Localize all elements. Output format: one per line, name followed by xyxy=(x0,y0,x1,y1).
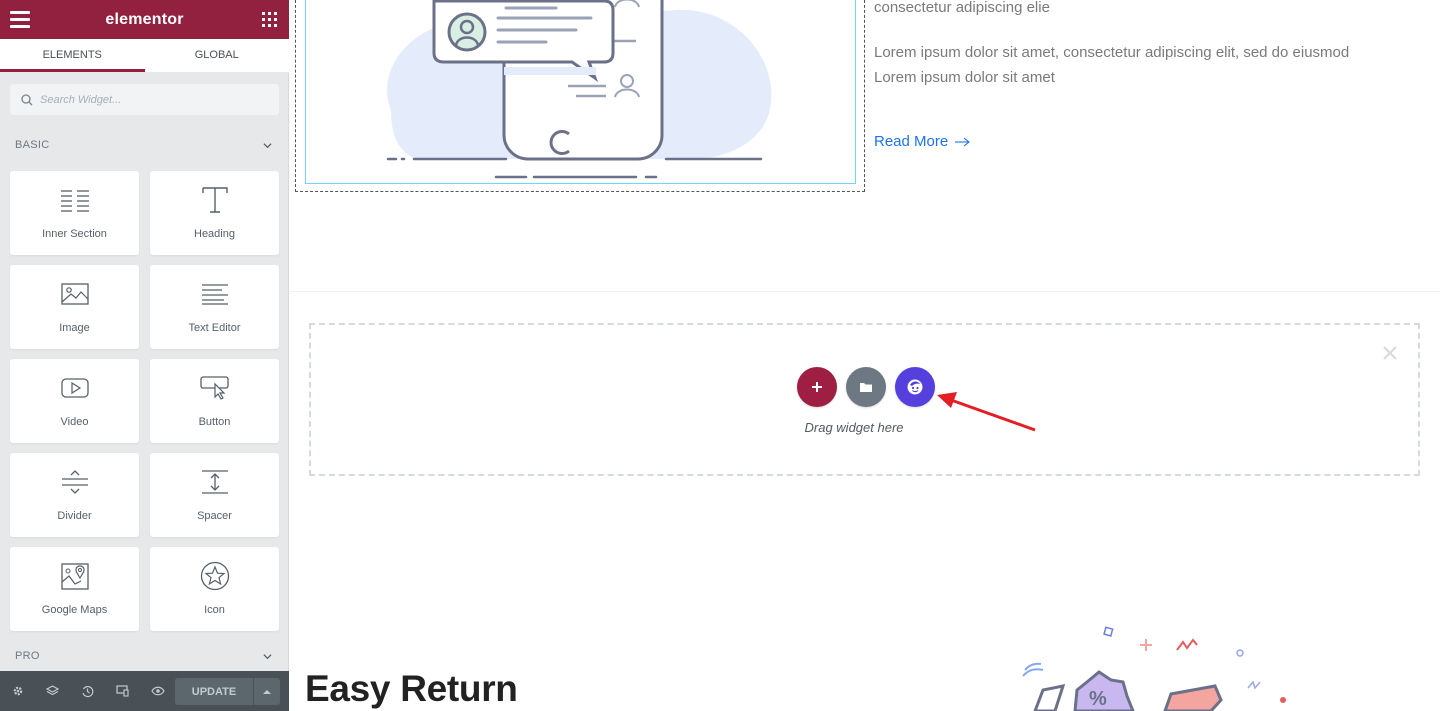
update-button[interactable]: UPDATE xyxy=(175,678,253,705)
widget-video[interactable]: Video xyxy=(10,359,139,443)
return-illustration: % xyxy=(1022,626,1286,711)
widget-search xyxy=(10,84,279,115)
category-title-basic[interactable]: BASIC xyxy=(15,139,50,151)
illustration-image[interactable] xyxy=(305,0,856,184)
widget-label: Inner Section xyxy=(42,228,107,240)
button-icon xyxy=(199,373,230,403)
settings-icon[interactable] xyxy=(0,671,35,711)
widget-label: Button xyxy=(198,416,231,428)
tab-elements[interactable]: ELEMENTS xyxy=(0,39,145,72)
face-logo-icon xyxy=(907,379,923,395)
chevron-down-icon[interactable] xyxy=(263,141,272,150)
video-icon xyxy=(60,373,89,403)
tab-global[interactable]: GLOBAL xyxy=(145,39,290,72)
heading-icon xyxy=(201,185,229,215)
text-editor-icon xyxy=(201,279,229,309)
elementor-panel: elementor ELEMENTS GLOBAL BASIC Inner Se… xyxy=(0,0,289,711)
add-section-dropzone[interactable]: Drag widget here xyxy=(309,323,1420,476)
section-divider xyxy=(290,291,1440,292)
arrow-right-icon xyxy=(955,137,971,146)
widget-label: Google Maps xyxy=(41,604,108,616)
widget-label: Spacer xyxy=(197,510,232,522)
close-icon[interactable] xyxy=(1382,345,1398,361)
widget-label: Heading xyxy=(194,228,235,240)
add-template-button[interactable] xyxy=(846,367,886,407)
google-maps-icon xyxy=(60,561,89,591)
widget-icon[interactable]: Icon xyxy=(150,547,279,631)
widget-grid: Inner Section Heading Image Text Editor … xyxy=(10,171,280,631)
widget-button[interactable]: Button xyxy=(150,359,279,443)
search-input[interactable] xyxy=(40,93,260,106)
widgets-grid-icon[interactable] xyxy=(262,12,277,27)
history-icon[interactable] xyxy=(70,671,105,711)
search-icon xyxy=(21,93,33,105)
widget-divider[interactable]: Divider xyxy=(10,453,139,537)
annotation-arrow xyxy=(937,392,1036,432)
panel-header: elementor xyxy=(0,0,289,39)
widget-label: Text Editor xyxy=(188,322,241,334)
responsive-icon[interactable] xyxy=(105,671,140,711)
section-heading: Easy Return xyxy=(305,668,518,709)
star-icon xyxy=(200,561,230,591)
editor-canvas: consectetur adipiscing elie Lorem ipsum … xyxy=(290,0,1440,711)
hamburger-menu-icon[interactable] xyxy=(10,11,30,28)
widget-spacer[interactable]: Spacer xyxy=(150,453,279,537)
widget-google-maps[interactable]: Google Maps xyxy=(10,547,139,631)
spacer-icon xyxy=(201,467,229,497)
dropzone-hint: Drag widget here xyxy=(804,420,904,435)
image-column[interactable] xyxy=(295,0,865,192)
divider-icon xyxy=(61,467,89,497)
body-text-line: consectetur adipiscing elie xyxy=(874,0,1050,16)
widget-inner-section[interactable]: Inner Section xyxy=(10,171,139,255)
read-more-link[interactable]: Read More xyxy=(874,133,971,150)
widget-label: Divider xyxy=(57,510,92,522)
image-icon xyxy=(60,279,89,309)
svg-text:%: % xyxy=(1089,688,1107,710)
body-text-paragraph-line-2: Lorem ipsum dolor sit amet xyxy=(874,69,1055,86)
layers-icon[interactable] xyxy=(35,671,70,711)
elementor-logo: elementor xyxy=(105,10,184,28)
chevron-down-icon[interactable] xyxy=(263,652,272,661)
body-text-paragraph-line-1: Lorem ipsum dolor sit amet, consectetur … xyxy=(874,44,1350,61)
widget-label: Icon xyxy=(204,604,225,616)
preview-icon[interactable] xyxy=(140,671,175,711)
inner-section-icon xyxy=(60,185,90,215)
widget-label: Image xyxy=(59,322,90,334)
widget-label: Video xyxy=(60,416,89,428)
plus-icon xyxy=(812,382,822,392)
panel-tabs: ELEMENTS GLOBAL xyxy=(0,39,289,73)
update-options-caret-icon[interactable] xyxy=(254,678,280,705)
widget-image[interactable]: Image xyxy=(10,265,139,349)
read-more-label: Read More xyxy=(874,133,949,150)
folder-icon xyxy=(860,382,872,392)
widget-text-editor[interactable]: Text Editor xyxy=(150,265,279,349)
add-section-button[interactable] xyxy=(797,367,837,407)
panel-footer: UPDATE xyxy=(0,671,289,711)
widget-heading[interactable]: Heading xyxy=(150,171,279,255)
category-title-pro[interactable]: PRO xyxy=(15,650,40,662)
extension-library-button[interactable] xyxy=(895,367,935,407)
